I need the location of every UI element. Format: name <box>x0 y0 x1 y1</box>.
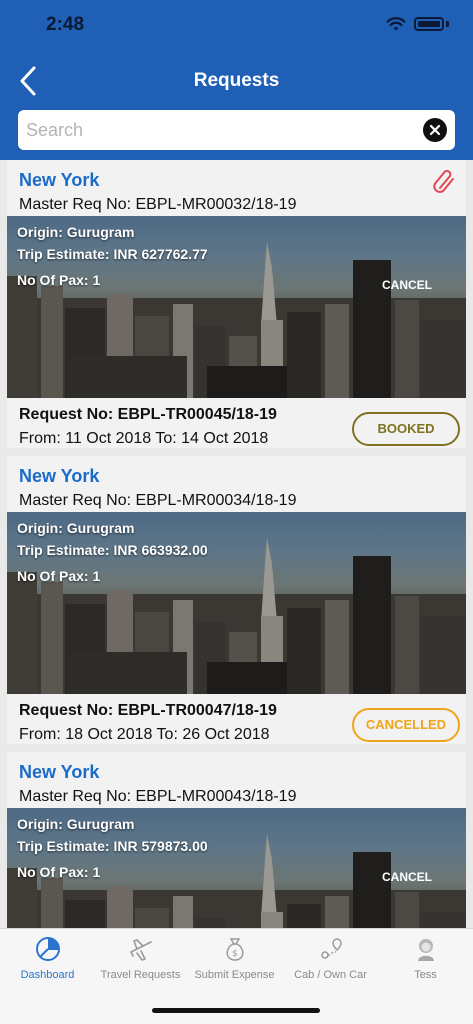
status-badge: BOOKED <box>352 412 460 446</box>
city-skyline-image <box>7 242 466 398</box>
city-skyline-image <box>7 538 466 694</box>
request-card[interactable]: New York Master Req No: EBPL-MR00032/18-… <box>7 160 466 448</box>
request-list[interactable]: New York Master Req No: EBPL-MR00032/18-… <box>0 160 473 928</box>
pax-label: No Of Pax: 1 <box>17 864 101 880</box>
pie-chart-icon <box>35 937 60 961</box>
trip-estimate-label: Trip Estimate: INR 579873.00 <box>17 838 208 854</box>
destination-city: New York <box>19 762 100 782</box>
tab-tess[interactable]: Tess <box>378 935 473 981</box>
battery-icon <box>414 17 444 31</box>
tab-label: Dashboard <box>20 969 75 981</box>
request-card[interactable]: New York Master Req No: EBPL-MR00034/18-… <box>7 456 466 744</box>
battery-tip <box>446 21 449 27</box>
airplane-icon <box>129 939 152 961</box>
destination-city: New York <box>19 466 100 486</box>
assistant-avatar-icon <box>417 939 434 961</box>
paperclip-icon <box>433 170 454 193</box>
master-request-number: Master Req No: EBPL-MR00043/18-19 <box>19 788 297 805</box>
tab-label: Tess <box>414 969 437 981</box>
page-title: Requests <box>193 70 280 91</box>
request-number: Request No: EBPL-TR00047/18-19 <box>19 702 277 719</box>
wifi-icon <box>386 17 406 31</box>
trip-estimate-label: Trip Estimate: INR 627762.77 <box>17 246 208 262</box>
pax-label: No Of Pax: 1 <box>17 568 101 584</box>
clear-search-button[interactable] <box>423 118 447 142</box>
origin-label: Origin: Gurugram <box>17 520 135 536</box>
tab-label: Cab / Own Car <box>294 969 367 981</box>
pax-label: No Of Pax: 1 <box>17 272 101 288</box>
tab-submit-expense[interactable]: $ Submit Expense <box>187 935 282 981</box>
trip-dates: From: 18 Oct 2018 To: 26 Oct 2018 <box>19 726 270 743</box>
master-request-number: Master Req No: EBPL-MR00034/18-19 <box>19 492 297 509</box>
destination-city: New York <box>19 170 100 190</box>
tab-travel-requests[interactable]: Travel Requests <box>93 935 188 981</box>
master-request-number: Master Req No: EBPL-MR00032/18-19 <box>19 196 297 213</box>
app-header: 2:48 Requests <box>0 0 473 160</box>
tab-label: Travel Requests <box>100 969 181 981</box>
search-input[interactable] <box>26 110 416 150</box>
tab-cab-own-car[interactable]: Cab / Own Car <box>283 935 378 981</box>
home-indicator <box>152 1008 320 1013</box>
status-badge: CANCELLED <box>352 708 460 742</box>
search-bar <box>18 110 455 150</box>
svg-text:$: $ <box>232 949 238 959</box>
request-card[interactable]: New York Master Req No: EBPL-MR00043/18-… <box>7 752 466 928</box>
trip-estimate-label: Trip Estimate: INR 663932.00 <box>17 542 208 558</box>
destination-image: Origin: Gurugram Trip Estimate: INR 6277… <box>7 216 466 398</box>
origin-label: Origin: Gurugram <box>17 224 135 240</box>
money-bag-icon: $ <box>226 938 243 961</box>
trip-dates: From: 11 Oct 2018 To: 14 Oct 2018 <box>19 430 269 447</box>
status-time: 2:48 <box>46 14 85 35</box>
request-number: Request No: EBPL-TR00045/18-19 <box>19 406 277 423</box>
route-pin-icon <box>320 938 342 959</box>
close-icon <box>429 124 441 136</box>
cancel-request-button[interactable]: CANCEL <box>382 870 432 884</box>
tab-label: Submit Expense <box>194 969 275 981</box>
tab-dashboard[interactable]: Dashboard <box>0 935 95 981</box>
cancel-request-button[interactable]: CANCEL <box>382 278 432 292</box>
status-icons <box>386 16 449 32</box>
destination-image: Origin: Gurugram Trip Estimate: INR 6639… <box>7 512 466 694</box>
attachment-button[interactable] <box>432 168 458 196</box>
origin-label: Origin: Gurugram <box>17 816 135 832</box>
destination-image: Origin: Gurugram Trip Estimate: INR 5798… <box>7 808 466 928</box>
